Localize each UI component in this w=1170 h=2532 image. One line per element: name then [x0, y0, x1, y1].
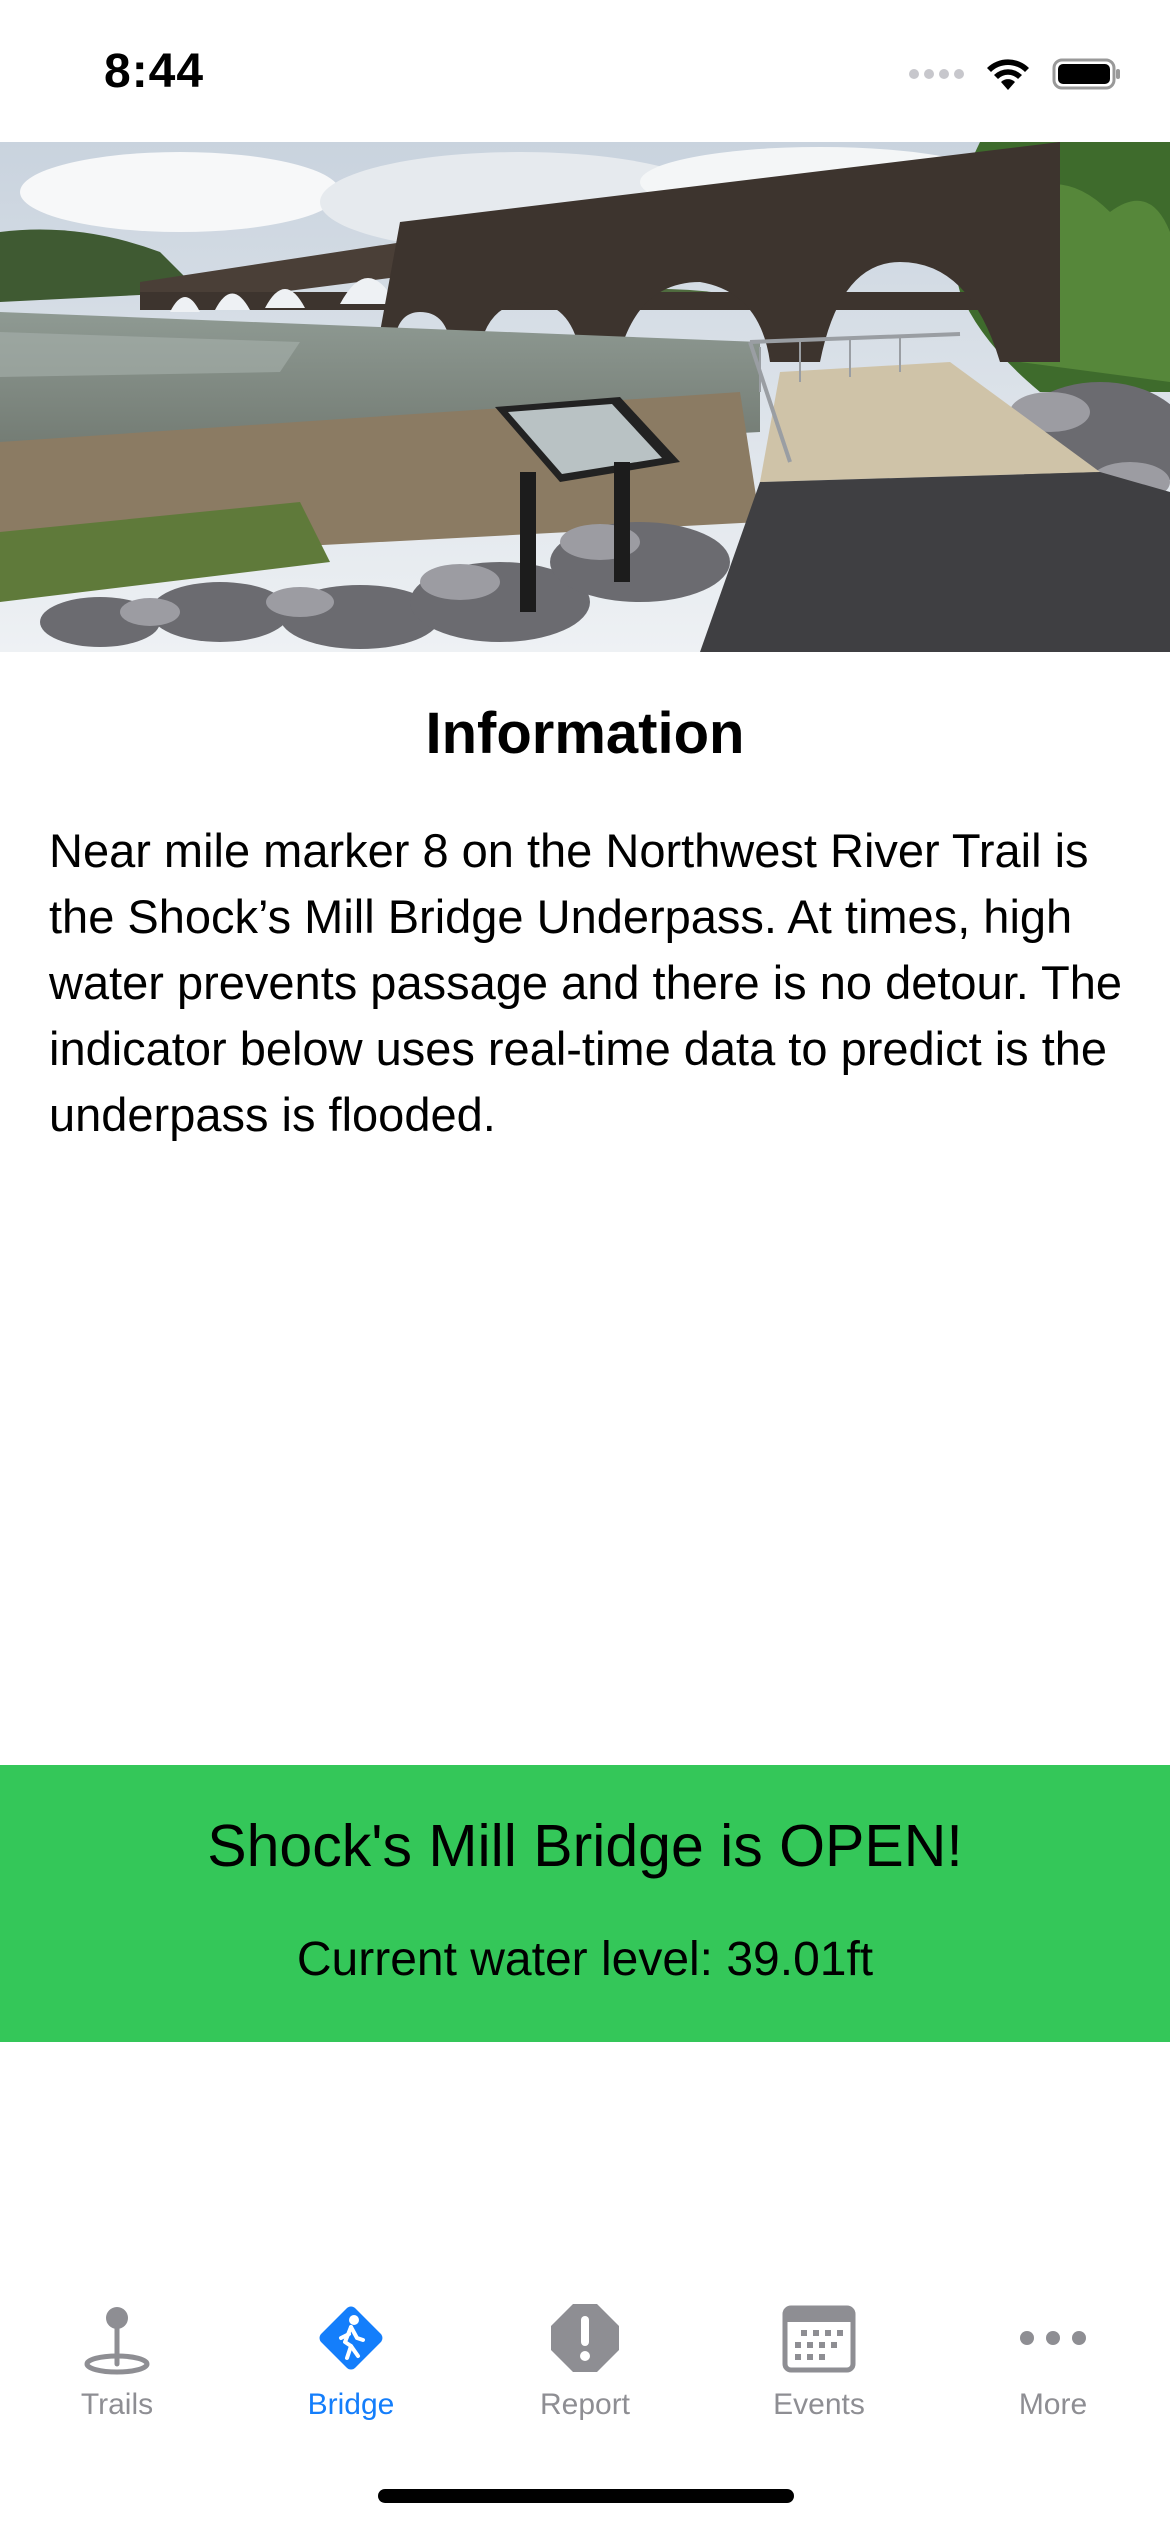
cellular-signal-icon: [909, 69, 964, 79]
water-level-text: Current water level: 39.01ft: [296, 1933, 874, 1986]
status-bar: 8:44: [0, 0, 1170, 142]
battery-icon: [1052, 58, 1120, 90]
walking-sign-icon: [319, 2306, 383, 2370]
tab-label: Report: [539, 2388, 631, 2421]
tab-label: Events: [773, 2388, 865, 2421]
tab-events[interactable]: Events: [702, 2280, 936, 2440]
tab-more[interactable]: More: [936, 2280, 1170, 2440]
info-title: Information: [425, 701, 745, 766]
status-time: 8:44: [104, 45, 205, 98]
bridge-status-headline: Shock's Mill Bridge is OPEN!: [207, 1813, 963, 1879]
more-dots-icon: [1020, 2331, 1086, 2345]
info-description: Near mile marker 8 on the Northwest Rive…: [49, 824, 1122, 1141]
bridge-status-banner: [0, 1765, 1170, 2042]
map-pin-icon: [84, 2307, 150, 2375]
tab-label: Trails: [80, 2388, 154, 2421]
alert-octagon-icon: [551, 2304, 619, 2372]
wifi-icon: [987, 59, 1029, 90]
tab-label: More: [1018, 2388, 1088, 2421]
tab-trails[interactable]: Trails: [0, 2280, 234, 2440]
tab-label: Bridge: [307, 2388, 395, 2421]
home-indicator[interactable]: [378, 2489, 794, 2503]
hero-image: [0, 142, 1170, 652]
calendar-icon: [782, 2305, 856, 2373]
tab-bridge[interactable]: Bridge: [234, 2280, 468, 2440]
status-icons: [909, 50, 1122, 98]
tab-report[interactable]: Report: [468, 2280, 702, 2440]
